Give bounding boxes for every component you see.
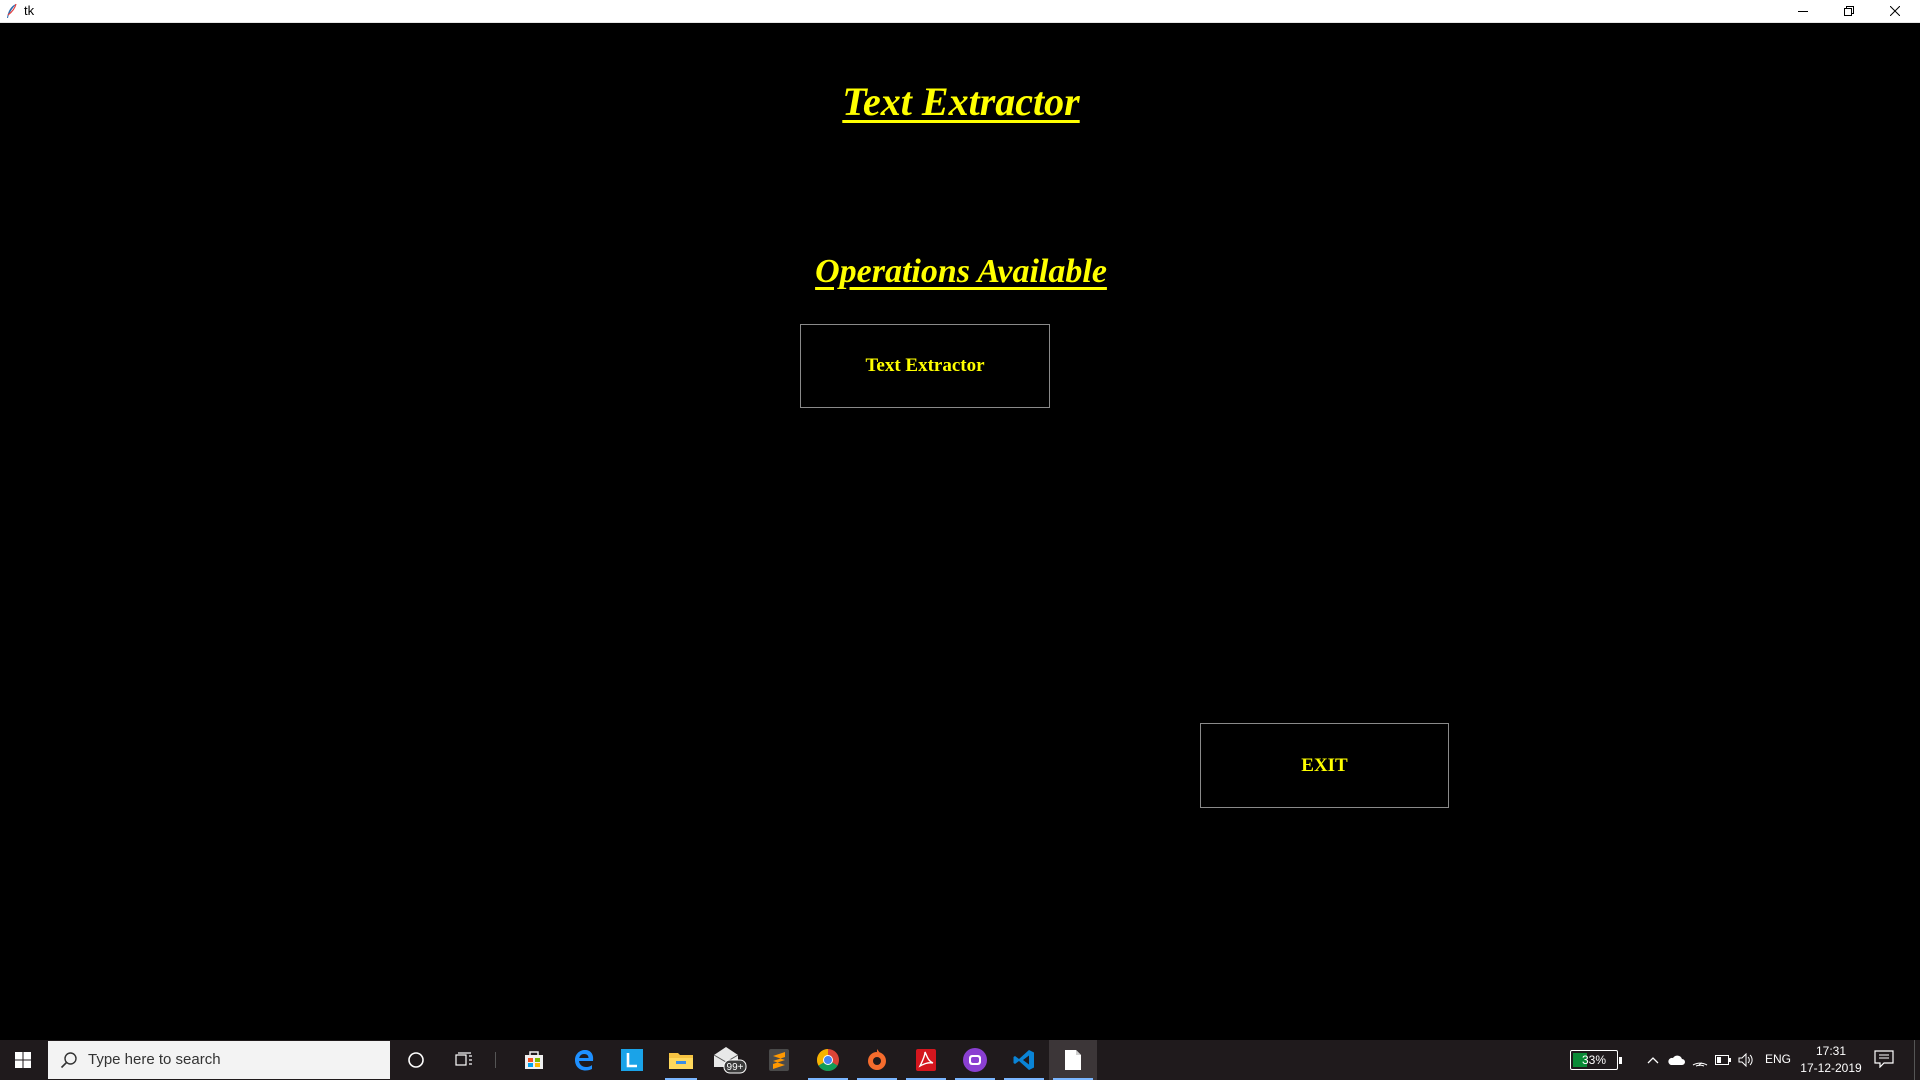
onedrive-tray[interactable] [1666, 1050, 1686, 1070]
action-center-button[interactable] [1874, 1050, 1898, 1070]
task-view-button[interactable] [443, 1040, 485, 1080]
app-title: Text Extractor [842, 79, 1080, 124]
onedrive-cloud-icon [1668, 1055, 1685, 1065]
clock-date: 17-12-2019 [1800, 1061, 1862, 1075]
close-button[interactable] [1872, 0, 1918, 22]
battery-percent: 33% [1581, 1053, 1607, 1067]
clock-time: 17:31 [1815, 1044, 1847, 1058]
sublime-text-icon [769, 1049, 789, 1071]
search-icon [60, 1052, 77, 1069]
restore-icon [1844, 6, 1854, 16]
edge-icon [575, 1050, 594, 1071]
cortana-button[interactable] [395, 1040, 437, 1080]
purple-app-icon [963, 1048, 987, 1072]
taskbar-app-mail[interactable]: 99+ [706, 1040, 754, 1080]
minimize-button[interactable] [1780, 0, 1826, 22]
input-language[interactable]: ENG [1765, 1052, 1791, 1066]
taskbar-app-l[interactable] [608, 1040, 656, 1080]
store-icon [525, 1051, 543, 1069]
document-icon [1065, 1050, 1081, 1070]
taskbar-app-file-explorer[interactable] [657, 1040, 705, 1080]
show-hidden-icons-button[interactable] [1643, 1050, 1663, 1070]
show-desktop-button[interactable] [1914, 1040, 1920, 1080]
taskbar: Type here to search 99+ 33% ENG 17:31 17… [0, 1040, 1920, 1080]
network-tray[interactable] [1690, 1050, 1710, 1070]
mail-badge: 99+ [727, 1062, 744, 1073]
taskbar-app-chrome[interactable] [804, 1040, 852, 1080]
search-placeholder: Type here to search [88, 1051, 221, 1068]
taskbar-separator [495, 1052, 496, 1068]
window-title: tk [24, 3, 35, 18]
windows-logo-icon [15, 1052, 31, 1068]
taskbar-search-box[interactable]: Type here to search [48, 1041, 390, 1079]
battery-indicator[interactable]: 33% [1570, 1050, 1622, 1070]
start-button[interactable] [0, 1040, 46, 1080]
acrobat-icon [916, 1049, 936, 1071]
cortana-icon [408, 1052, 424, 1068]
mail-icon: 99+ [713, 1047, 747, 1074]
desktop-screen: tk Text Extractor Operations Available T… [0, 0, 1920, 1080]
tk-feather-icon [7, 3, 17, 18]
taskbar-app-origin[interactable] [853, 1040, 901, 1080]
taskbar-app-acrobat[interactable] [902, 1040, 950, 1080]
file-explorer-icon [669, 1053, 693, 1069]
clock[interactable]: 17:31 17-12-2019 [1798, 1043, 1864, 1077]
chevron-up-icon [1647, 1057, 1659, 1064]
minimize-icon [1798, 11, 1808, 12]
battery-nub [1619, 1057, 1622, 1064]
taskbar-app-purple[interactable] [951, 1040, 999, 1080]
wifi-icon [1692, 1062, 1708, 1067]
taskbar-app-document[interactable] [1049, 1040, 1097, 1080]
taskbar-app-vscode[interactable] [1000, 1040, 1048, 1080]
exit-button[interactable]: EXIT [1200, 723, 1449, 808]
task-view-icon [455, 1052, 472, 1066]
close-icon [1890, 6, 1900, 16]
notification-icon [1874, 1050, 1894, 1069]
text-extractor-button[interactable]: Text Extractor [800, 324, 1050, 408]
origin-icon [868, 1049, 886, 1070]
power-tray[interactable] [1713, 1050, 1733, 1070]
l-app-icon [621, 1049, 643, 1071]
taskbar-app-sublime[interactable] [755, 1040, 803, 1080]
taskbar-app-store[interactable] [510, 1040, 558, 1080]
taskbar-app-edge[interactable] [560, 1040, 608, 1080]
vscode-icon [1013, 1050, 1034, 1070]
volume-tray[interactable] [1736, 1050, 1756, 1070]
restore-button[interactable] [1826, 0, 1872, 22]
speaker-icon [1738, 1053, 1753, 1067]
operations-heading: Operations Available [815, 253, 1107, 290]
window-title-bar[interactable]: tk [0, 0, 1920, 23]
battery-tray-icon [1715, 1055, 1731, 1065]
chrome-icon [817, 1049, 839, 1071]
